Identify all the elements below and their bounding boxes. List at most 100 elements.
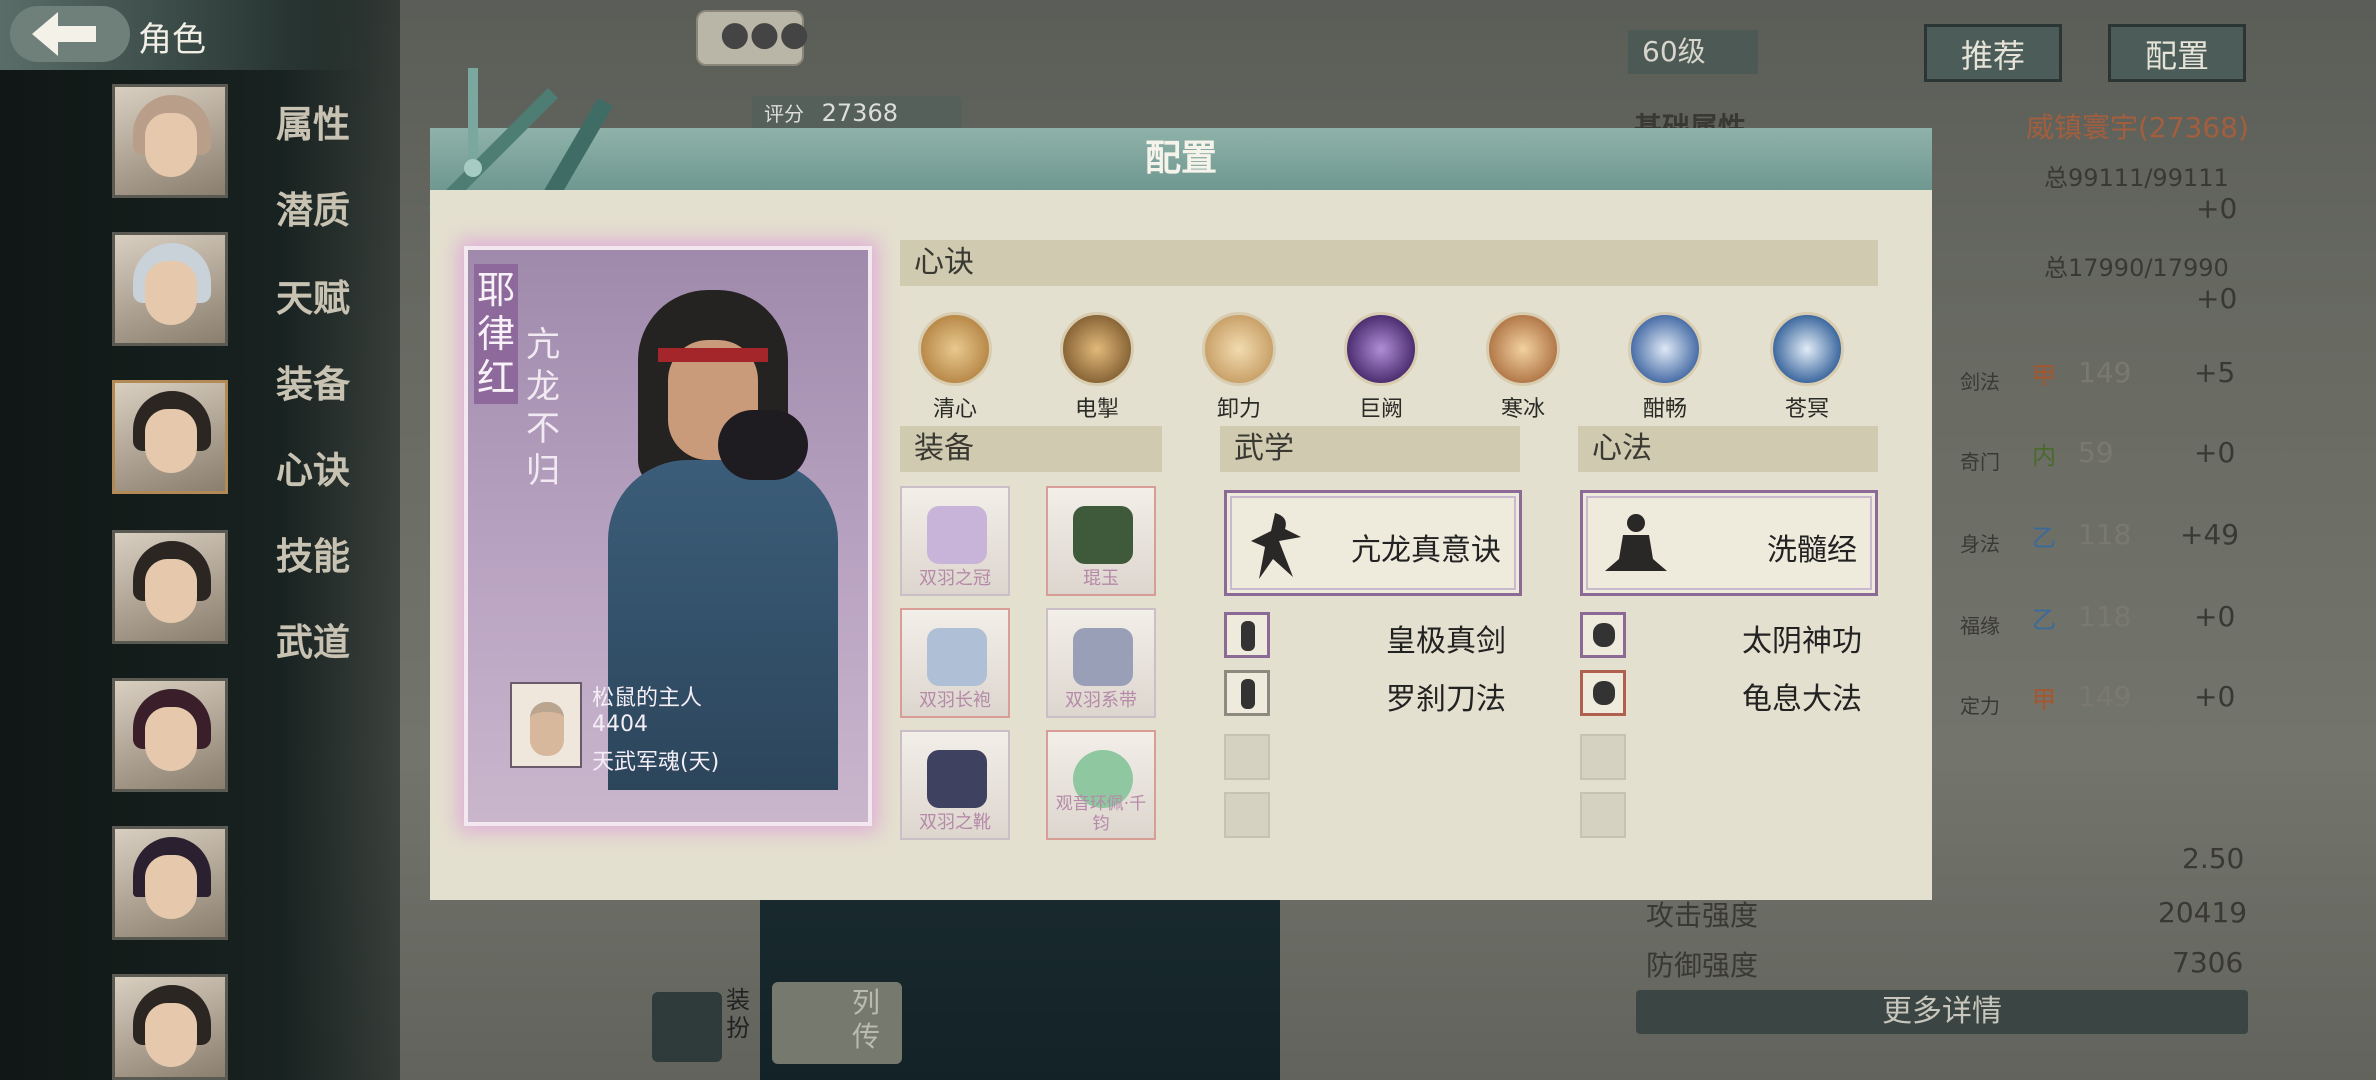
wuxue-skill-name-1: 皇极真剑: [1386, 624, 1506, 659]
martial-figure-icon: [1251, 513, 1301, 579]
attr-qimen-value: 59: [2078, 436, 2114, 469]
character-avatar-1[interactable]: [112, 84, 228, 198]
stat-row-value-3: 7306: [2172, 946, 2244, 979]
xinjue-label-xieli: 卸力: [1216, 397, 1261, 422]
chat-button[interactable]: ●●●: [696, 10, 809, 66]
biography-label: 列传: [852, 986, 881, 1053]
xinfa-main-card[interactable]: 洗髓经: [1580, 490, 1878, 596]
attr-shenfa-grade: 乙: [2032, 524, 2056, 552]
xinfa-skill-name-1: 太阴神功: [1742, 624, 1862, 659]
xinjue-icon-juque[interactable]: [1344, 312, 1418, 386]
attr-qimen-label: 奇门: [1960, 450, 2000, 474]
xinjue-label-dianche: 电掣: [1074, 397, 1119, 422]
character-avatar-5[interactable]: [112, 678, 228, 792]
stat-row-value-1: 2.50: [2182, 842, 2245, 875]
outfit-icon: [652, 992, 722, 1062]
modal-header: 配置: [430, 128, 1932, 190]
config-modal: 配置 耶律红 亢龙不归 松鼠的主人 4404 天武军魂(天) 心诀 清心 电掣 …: [428, 68, 1932, 900]
xinfa-skill-icon-2[interactable]: [1580, 670, 1626, 716]
character-title: 亢龙不归: [526, 325, 560, 491]
config-button[interactable]: 配置: [2108, 24, 2246, 82]
equip-slot-boots[interactable]: 双羽之靴: [900, 730, 1010, 840]
wuxue-main-card[interactable]: 亢龙真意诀: [1224, 490, 1522, 596]
attr-shenfa-value: 118: [2078, 518, 2132, 551]
tab-xinjue[interactable]: 心诀: [276, 440, 356, 494]
character-avatar-6[interactable]: [112, 826, 228, 940]
score-value: 27368: [821, 99, 898, 127]
xinfa-empty-slot-2[interactable]: [1580, 792, 1626, 838]
tab-talent[interactable]: 天赋: [276, 268, 356, 322]
stat-row-label-3: 防御强度: [1646, 949, 1759, 982]
attr-dingli-grade: 甲: [2032, 686, 2056, 714]
attr-shenfa-label: 身法: [1960, 532, 2000, 556]
page-title: 角色: [138, 20, 206, 60]
xinjue-icon-hanbing[interactable]: [1486, 312, 1560, 386]
outfit-label: 装扮: [726, 986, 750, 1042]
attr-dingli-label: 定力: [1960, 694, 2000, 718]
xinjue-icon-dianche[interactable]: [1060, 312, 1134, 386]
attr-shenfa-delta: +49: [2180, 518, 2240, 551]
biography-button[interactable]: 列传: [772, 982, 902, 1064]
attr-sword-delta: +5: [2194, 356, 2236, 389]
tab-potential[interactable]: 潜质: [276, 180, 356, 234]
xinfa-empty-slot-1[interactable]: [1580, 734, 1626, 780]
back-button[interactable]: [10, 6, 130, 62]
equip-slot-accessory[interactable]: 观音环佩·千钧: [1046, 730, 1156, 840]
xinjue-label-juque: 巨阙: [1358, 397, 1403, 422]
wuxue-skill-icon-1[interactable]: [1224, 612, 1270, 658]
hp-delta: +0: [2196, 192, 2238, 225]
attr-fuyuan-value: 118: [2078, 600, 2132, 633]
wuxue-empty-slot-1[interactable]: [1224, 734, 1270, 780]
xinjue-icon-qingxin[interactable]: [918, 312, 992, 386]
equip-slot-hat[interactable]: 双羽之冠: [900, 486, 1010, 596]
character-avatar-2[interactable]: [112, 232, 228, 346]
attr-sword-label: 剑法: [1960, 370, 2000, 394]
tab-equipment[interactable]: 装备: [276, 354, 356, 408]
xinjue-label-cangming: 苍冥: [1784, 397, 1829, 422]
more-details-button[interactable]: 更多详情: [1636, 990, 2248, 1034]
wuxue-section-header: 武学: [1220, 426, 1520, 472]
xinfa-section-header: 心法: [1578, 426, 1878, 472]
equip-slot-glove[interactable]: 琨玉: [1046, 486, 1156, 596]
wuxue-skill-name-2: 罗刹刀法: [1386, 682, 1506, 717]
tab-wudao[interactable]: 武道: [276, 612, 356, 666]
tab-attributes[interactable]: 属性: [276, 94, 356, 148]
mp-delta: +0: [2196, 282, 2238, 315]
meditation-figure-icon: [1605, 514, 1667, 571]
recommend-button[interactable]: 推荐: [1924, 24, 2062, 82]
level-text: 60级: [1642, 35, 1706, 68]
attr-sword-value: 149: [2078, 356, 2132, 389]
xinfa-skill-icon-1[interactable]: [1580, 612, 1626, 658]
equip-name-boots: 双羽之靴: [919, 812, 991, 833]
character-avatar-7[interactable]: [112, 974, 228, 1080]
xinjue-icon-cangming[interactable]: [1770, 312, 1844, 386]
character-avatar-4[interactable]: [112, 530, 228, 644]
attr-dingli-value: 149: [2078, 680, 2132, 713]
wuxue-empty-slot-2[interactable]: [1224, 792, 1270, 838]
owner-label: 松鼠的主人: [592, 686, 703, 711]
back-arrow-icon: [32, 12, 96, 56]
equip-name-belt: 双羽系带: [1065, 690, 1137, 711]
score-label: 评分: [764, 102, 804, 126]
character-card: 耶律红 亢龙不归 松鼠的主人 4404 天武军魂(天): [464, 246, 872, 826]
attr-fuyuan-label: 福缘: [1960, 614, 2000, 638]
outfit-button[interactable]: 装扮: [650, 986, 762, 1066]
xinjue-icon-xieli[interactable]: [1202, 312, 1276, 386]
stat-row-value-2: 20419: [2158, 896, 2248, 929]
tab-skills[interactable]: 技能: [276, 526, 356, 580]
character-name: 耶律红: [474, 264, 518, 404]
character-avatar-3[interactable]: [112, 380, 228, 494]
attr-fuyuan-grade: 乙: [2032, 606, 2056, 634]
equip-slot-robe[interactable]: 双羽长袍: [900, 608, 1010, 718]
equipment-section-header: 装备: [900, 426, 1162, 472]
mp-total: 总17990/17990: [2044, 254, 2229, 282]
xinjue-icon-hanchang[interactable]: [1628, 312, 1702, 386]
equip-name-accessory: 观音环佩·千钧: [1055, 794, 1147, 834]
attr-fuyuan-delta: +0: [2194, 600, 2236, 633]
attr-qimen-delta: +0: [2194, 436, 2236, 469]
equip-slot-belt[interactable]: 双羽系带: [1046, 608, 1156, 718]
modal-title: 配置: [1144, 138, 1217, 179]
xinfa-skill-name-2: 龟息大法: [1742, 682, 1862, 717]
level-badge: 60级: [1628, 30, 1758, 74]
wuxue-skill-icon-2[interactable]: [1224, 670, 1270, 716]
